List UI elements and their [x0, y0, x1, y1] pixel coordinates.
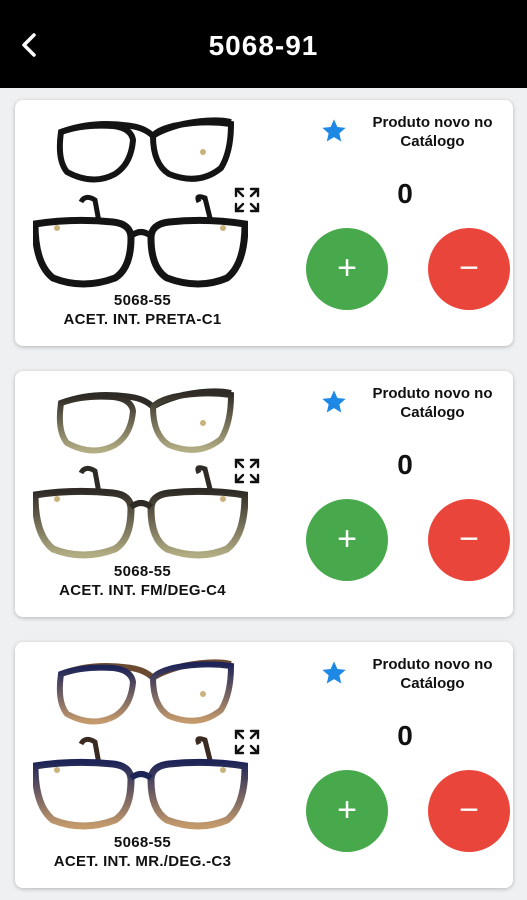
quantity-value: 0: [397, 178, 413, 209]
product-image[interactable]: [33, 648, 248, 836]
expand-icon[interactable]: [234, 187, 260, 213]
page-title: 5068-91: [208, 30, 319, 61]
new-product-badge: Produto novo no Catálogo: [372, 656, 493, 692]
star-icon: [320, 117, 348, 145]
increase-quantity-button[interactable]: +: [306, 228, 388, 310]
new-product-badge: Produto novo no Catálogo: [372, 385, 493, 421]
product-color-description: ACET. INT. PRETA-C1: [63, 311, 222, 328]
product-color-description: ACET. INT. MR./DEG.-C3: [53, 853, 232, 870]
product-model: 5068-55: [113, 834, 172, 851]
product-image[interactable]: [33, 106, 248, 294]
product-color-description: ACET. INT. FM/DEG-C4: [59, 582, 226, 599]
increase-quantity-button[interactable]: +: [306, 770, 388, 852]
product-card: 5068-55 ACET. INT. FM/DEG-C4 Produto nov…: [15, 371, 513, 617]
app-header: 5068-91: [0, 0, 527, 88]
quantity-value: 0: [397, 449, 413, 480]
expand-icon[interactable]: [234, 458, 260, 484]
glasses-front-image: [33, 736, 248, 830]
increase-quantity-button[interactable]: +: [306, 499, 388, 581]
decrease-quantity-button[interactable]: −: [428, 228, 510, 310]
decrease-quantity-button[interactable]: −: [428, 770, 510, 852]
glasses-angled-image: [56, 117, 235, 183]
product-card: 5068-55 ACET. INT. MR./DEG.-C3 Produto n…: [15, 642, 513, 888]
expand-icon[interactable]: [234, 729, 260, 755]
decrease-quantity-button[interactable]: −: [428, 499, 510, 581]
product-image[interactable]: [33, 377, 248, 565]
product-card: 5068-55 ACET. INT. PRETA-C1 Produto novo…: [15, 100, 513, 346]
glasses-angled-image: [56, 659, 235, 725]
star-icon: [320, 388, 348, 416]
product-model: 5068-55: [113, 292, 172, 309]
quantity-value: 0: [397, 720, 413, 751]
star-icon: [320, 659, 348, 687]
glasses-angled-image: [56, 388, 235, 454]
new-product-badge: Produto novo no Catálogo: [372, 114, 493, 150]
product-model: 5068-55: [113, 563, 172, 580]
glasses-front-image: [33, 194, 248, 288]
glasses-front-image: [33, 465, 248, 559]
